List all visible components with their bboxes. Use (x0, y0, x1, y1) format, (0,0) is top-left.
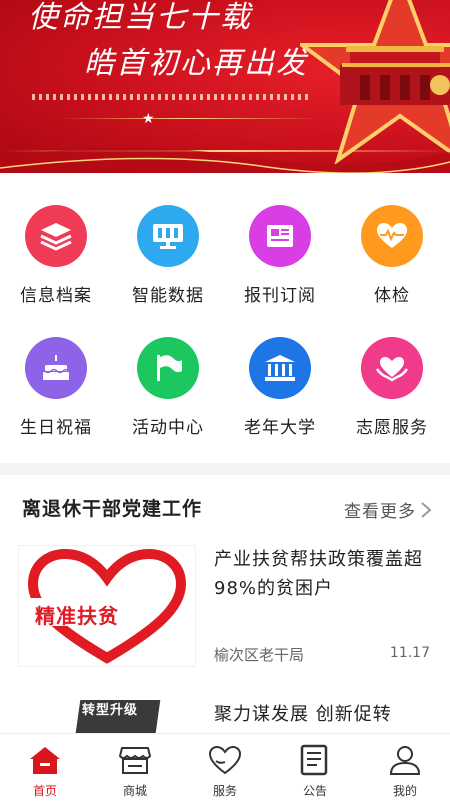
grid-label: 老年大学 (244, 418, 316, 438)
view-more-label: 查看更多 (344, 502, 416, 522)
university-icon (249, 337, 311, 399)
heart-outline-icon (180, 742, 270, 778)
banner-headline-2: 皓首初心再出发 (84, 46, 308, 81)
tab-label: 首页 (32, 784, 57, 798)
grid-label: 活动中心 (132, 418, 204, 438)
cake-icon (25, 337, 87, 399)
tab-label: 公告 (302, 784, 327, 798)
chevron-right-icon (421, 501, 432, 518)
store-icon (90, 742, 180, 778)
newspaper-icon (249, 205, 311, 267)
grid-item-activity-center[interactable]: 活动中心 (112, 337, 224, 438)
section-title: 离退休干部党建工作 (22, 498, 203, 520)
grid-label: 体检 (374, 286, 410, 306)
banner-headline-1: 使命担当七十载 (28, 0, 252, 35)
heart-pulse-icon (361, 205, 423, 267)
grid-item-newspaper-subscription[interactable]: 报刊订阅 (224, 205, 336, 306)
grid-label: 志愿服务 (356, 418, 428, 438)
tab-home[interactable]: 首页 (0, 742, 90, 799)
news-thumbnail-caption: 转型升级 (82, 703, 139, 718)
home-icon (0, 742, 90, 778)
grid-item-birthday-wishes[interactable]: 生日祝福 (0, 337, 112, 438)
tab-label: 我的 (392, 784, 417, 798)
news-thumbnail: 精准扶贫 (18, 545, 196, 667)
top-banner[interactable]: 使命担当七十载 皓首初心再出发 ★ (0, 0, 450, 173)
grid-label: 信息档案 (20, 286, 92, 306)
tab-label: 服务 (212, 784, 237, 798)
section-divider (0, 463, 450, 475)
grid-label: 报刊订阅 (244, 286, 316, 306)
tab-notice[interactable]: 公告 (270, 742, 360, 799)
grid-item-info-archive[interactable]: 信息档案 (0, 205, 112, 306)
news-date: 11.17 (389, 645, 430, 661)
tab-store[interactable]: 商城 (90, 742, 180, 799)
tab-label: 商城 (122, 784, 147, 798)
grid-item-volunteer-service[interactable]: 志愿服务 (336, 337, 448, 438)
user-icon (360, 742, 450, 778)
flag-icon (137, 337, 199, 399)
grid-label: 生日祝福 (20, 418, 92, 438)
news-source: 榆次区老干局 (214, 646, 305, 664)
notice-icon (270, 742, 360, 778)
hands-heart-icon (361, 337, 423, 399)
view-more-link[interactable]: 查看更多 (344, 497, 432, 522)
tab-service[interactable]: 服务 (180, 742, 270, 799)
news-title: 聚力谋发展 创新促转 (214, 704, 392, 725)
bottom-tab-bar: 首页 商城 服务 公告 我的 (0, 733, 450, 801)
grid-label: 智能数据 (132, 286, 204, 306)
tab-profile[interactable]: 我的 (360, 742, 450, 799)
grid-item-health-check[interactable]: 体检 (336, 205, 448, 306)
monitor-icon (137, 205, 199, 267)
grid-item-senior-university[interactable]: 老年大学 (224, 337, 336, 438)
news-title: 产业扶贫帮扶政策覆盖超98%的贫困户 (214, 549, 423, 599)
banner-dotted-line (32, 94, 312, 100)
grid-item-smart-data[interactable]: 智能数据 (112, 205, 224, 306)
layers-icon (25, 205, 87, 267)
banner-small-star-icon: ★ (142, 111, 155, 127)
news-thumbnail: 转型升级 (18, 700, 194, 733)
banner-wave (0, 147, 450, 173)
banner-gold-line-2 (60, 118, 320, 119)
news-thumbnail-caption: 精准扶贫 (35, 604, 119, 628)
